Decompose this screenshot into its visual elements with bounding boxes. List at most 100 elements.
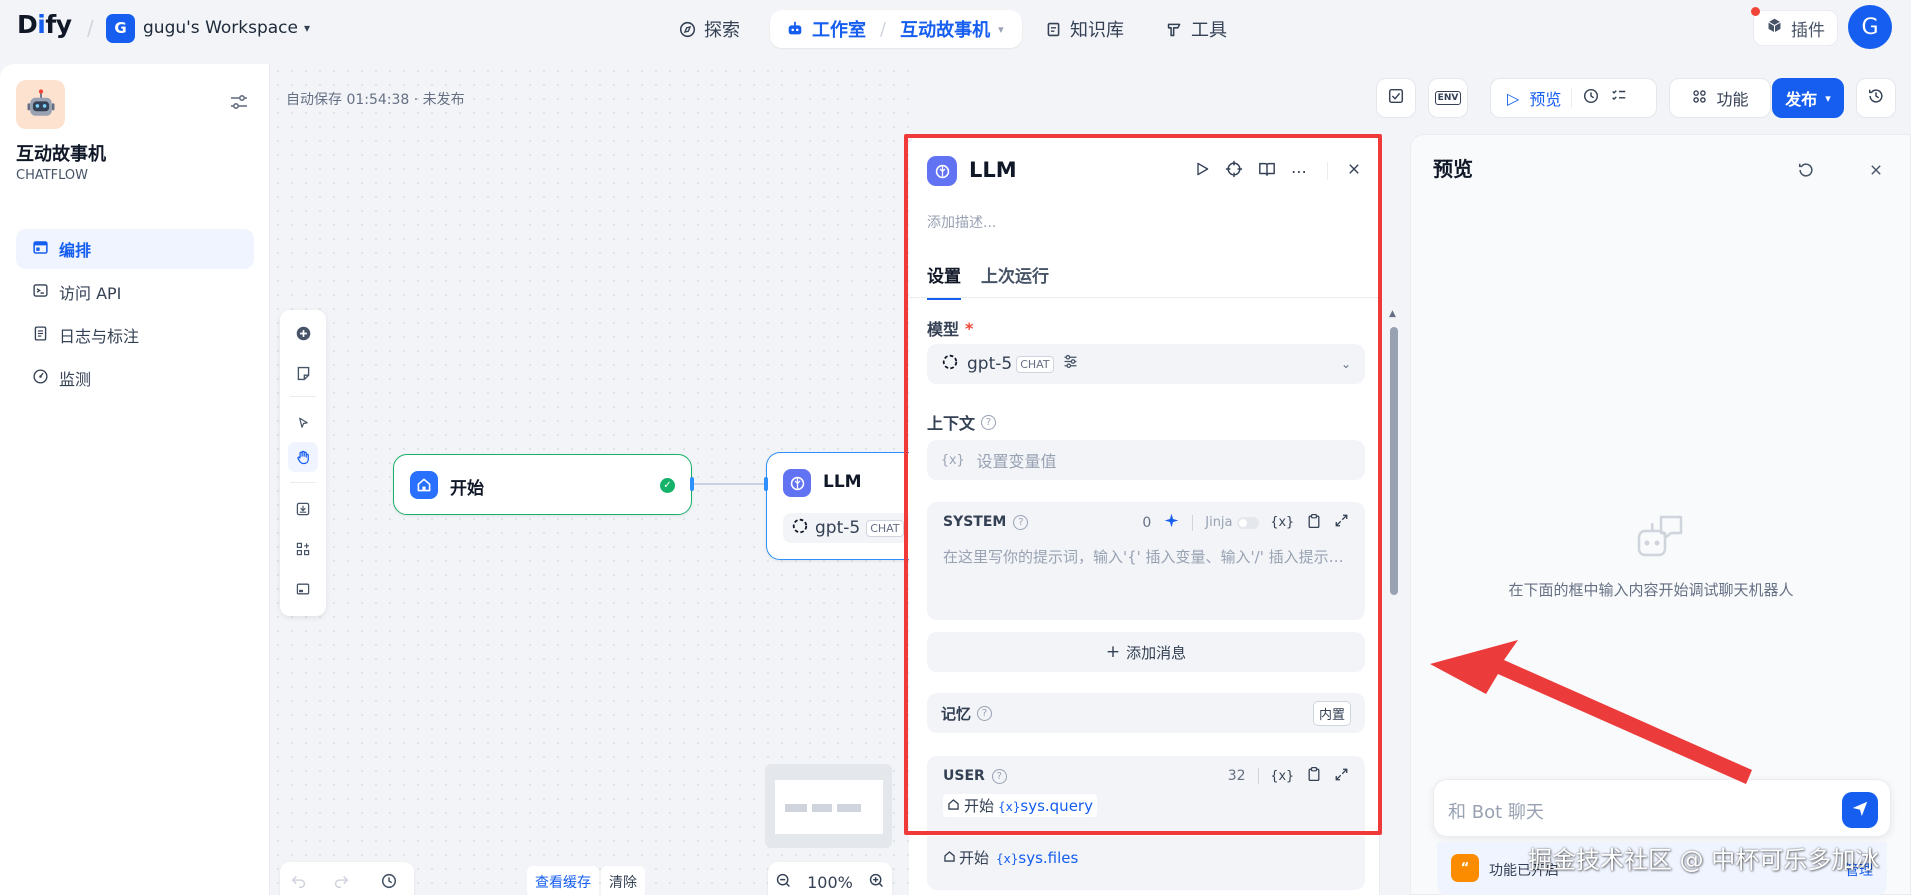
model-label-text: 模型 (927, 320, 960, 339)
divider (1327, 162, 1328, 180)
dify-logo[interactable]: Dify (17, 10, 72, 39)
tab-last-run[interactable]: 上次运行 (981, 262, 1049, 300)
canvas-toolbar (280, 310, 326, 616)
more-icon[interactable]: ⋯ (1291, 162, 1308, 181)
jinja-toggle[interactable]: Jinja (1205, 515, 1259, 530)
scrollbar-thumb[interactable] (1390, 327, 1398, 595)
minimap-toggle-icon[interactable] (288, 574, 318, 604)
nav-tools[interactable]: 工具 (1165, 10, 1227, 48)
close-icon[interactable] (1347, 162, 1361, 180)
sidebar-item-logs[interactable]: 日志与标注 (16, 315, 254, 355)
book-open-icon[interactable] (1258, 160, 1276, 182)
send-button[interactable] (1842, 792, 1878, 828)
panel-scrollbar[interactable]: ▲ (1388, 305, 1400, 895)
expand-icon[interactable] (1334, 767, 1349, 786)
description-input[interactable]: 添加描述... (927, 212, 996, 232)
add-note-icon[interactable] (288, 358, 318, 388)
preview-button[interactable]: 预览 (1529, 86, 1561, 110)
run-history-icon[interactable] (1582, 87, 1600, 109)
plugins-button[interactable]: 插件 (1753, 10, 1838, 46)
add-message-button[interactable]: + 添加消息 (927, 632, 1365, 672)
current-app-label[interactable]: 互动故事机 (900, 16, 990, 42)
view-cache-button[interactable]: 查看缓存 (527, 866, 599, 895)
tabs-divider (909, 297, 1379, 298)
history-icon (1867, 87, 1885, 109)
nav-knowledge[interactable]: 知识库 (1044, 10, 1124, 48)
help-icon[interactable]: ? (981, 414, 997, 430)
robot-icon (786, 20, 804, 38)
sidebar-collapse-icon[interactable] (230, 94, 248, 114)
locate-icon[interactable] (1225, 160, 1243, 182)
hand-icon[interactable] (288, 442, 318, 472)
model-name: gpt-5 (967, 354, 1013, 374)
chat-input[interactable]: 和 Bot 聊天 (1448, 798, 1544, 824)
play-icon[interactable]: ▷ (1507, 89, 1519, 108)
memory-builtin-badge: 内置 (1312, 700, 1351, 726)
user-message-editor[interactable]: USER ? 32 {x} 开始 {x}sys.query 开始 {x}sys.… (927, 756, 1365, 890)
plugins-label: 插件 (1791, 20, 1825, 41)
sliders-icon[interactable] (1062, 353, 1079, 375)
chevron-down-icon: ▾ (303, 21, 311, 35)
sidebar-item-label: 日志与标注 (59, 327, 140, 346)
model-selector[interactable]: gpt-5 CHAT ⌄ (927, 344, 1365, 384)
start-node[interactable]: 开始 ✓ (393, 454, 694, 515)
sidebar-item-monitor[interactable]: 监测 (16, 358, 254, 398)
redo-icon[interactable] (332, 872, 350, 894)
context-variable-input[interactable]: {x} 设置变量值 (927, 440, 1365, 480)
node-output-handle[interactable] (690, 477, 694, 491)
nav-studio[interactable]: 工作室 / 互动故事机 ▾ (770, 10, 1022, 48)
clear-cache-button[interactable]: 清除 (601, 866, 645, 895)
undo-icon[interactable] (290, 872, 308, 894)
panel-title[interactable]: LLM (969, 158, 1017, 182)
sparkle-icon[interactable] (1163, 512, 1180, 533)
add-node-icon[interactable] (288, 318, 318, 348)
system-message-editor[interactable]: SYSTEM ? 0 Jinja {x} 在这里写你的提示词，输入'{' 插入变… (927, 502, 1365, 620)
publish-button[interactable]: 发布 ▾ (1772, 78, 1844, 118)
pointer-icon[interactable] (288, 408, 318, 438)
clipboard-icon[interactable] (1306, 766, 1322, 786)
user-avatar[interactable]: G (1848, 5, 1892, 49)
minimap[interactable] (765, 764, 892, 848)
chevron-down-icon: ▾ (998, 22, 1004, 36)
organize-blocks-icon[interactable] (288, 534, 318, 564)
workspace-switcher[interactable]: G gugu's Workspace ▾ (106, 13, 310, 43)
run-step-icon[interactable] (1194, 161, 1210, 181)
expand-icon[interactable] (1334, 513, 1349, 532)
section-gap (927, 832, 1365, 836)
scroll-up-icon[interactable]: ▲ (1389, 309, 1396, 319)
export-image-icon[interactable] (288, 494, 318, 524)
memory-section[interactable]: 记忆 ? 内置 (927, 693, 1365, 733)
nav-tools-label: 工具 (1191, 20, 1227, 41)
insert-variable-icon[interactable]: {x} (1271, 769, 1294, 784)
clipboard-icon[interactable] (1306, 513, 1322, 533)
zoom-level[interactable]: 100% (807, 873, 853, 892)
toolbar-divider (290, 482, 316, 483)
insert-variable-icon[interactable]: {x} (1271, 515, 1294, 530)
sidebar-item-orchestrate[interactable]: 编排 (16, 229, 254, 269)
node-input-handle[interactable] (764, 477, 768, 491)
help-icon[interactable]: ? (1013, 514, 1029, 530)
variable-reference[interactable]: 开始 {x}sys.files (943, 847, 1078, 868)
system-prompt-input[interactable]: 在这里写你的提示词，输入'{' 插入变量、输入'/' 插入提示内容块 (943, 546, 1348, 567)
zoom-in-icon[interactable] (868, 872, 885, 893)
zoom-out-icon[interactable] (775, 872, 792, 893)
hammer-icon (1165, 20, 1183, 38)
checklist-icon[interactable] (1610, 87, 1628, 109)
history-icon[interactable] (380, 872, 398, 894)
variable-reference[interactable]: 开始 {x}sys.query (943, 794, 1097, 817)
sidebar-item-api[interactable]: 访问 API (16, 272, 254, 312)
version-history-button[interactable] (1856, 78, 1896, 118)
variable-tag: 开始 {x}sys.query (943, 794, 1097, 817)
refresh-icon[interactable] (1797, 161, 1815, 183)
llm-node[interactable]: LLM gpt-5 CHAT (764, 452, 916, 560)
env-button[interactable]: ENV (1428, 78, 1468, 118)
help-icon[interactable]: ? (991, 768, 1007, 784)
help-icon[interactable]: ? (977, 705, 993, 721)
close-icon[interactable] (1869, 163, 1883, 181)
sidebar-menu: 编排 访问 API 日志与标注 监测 (16, 229, 254, 401)
nav-explore[interactable]: 探索 (678, 10, 740, 48)
autosave-status: 自动保存 01:54:38 · 未发布 (286, 92, 465, 108)
features-button[interactable]: 功能 (1669, 78, 1771, 118)
checklist-button[interactable] (1376, 78, 1416, 118)
tab-settings[interactable]: 设置 (927, 262, 961, 300)
